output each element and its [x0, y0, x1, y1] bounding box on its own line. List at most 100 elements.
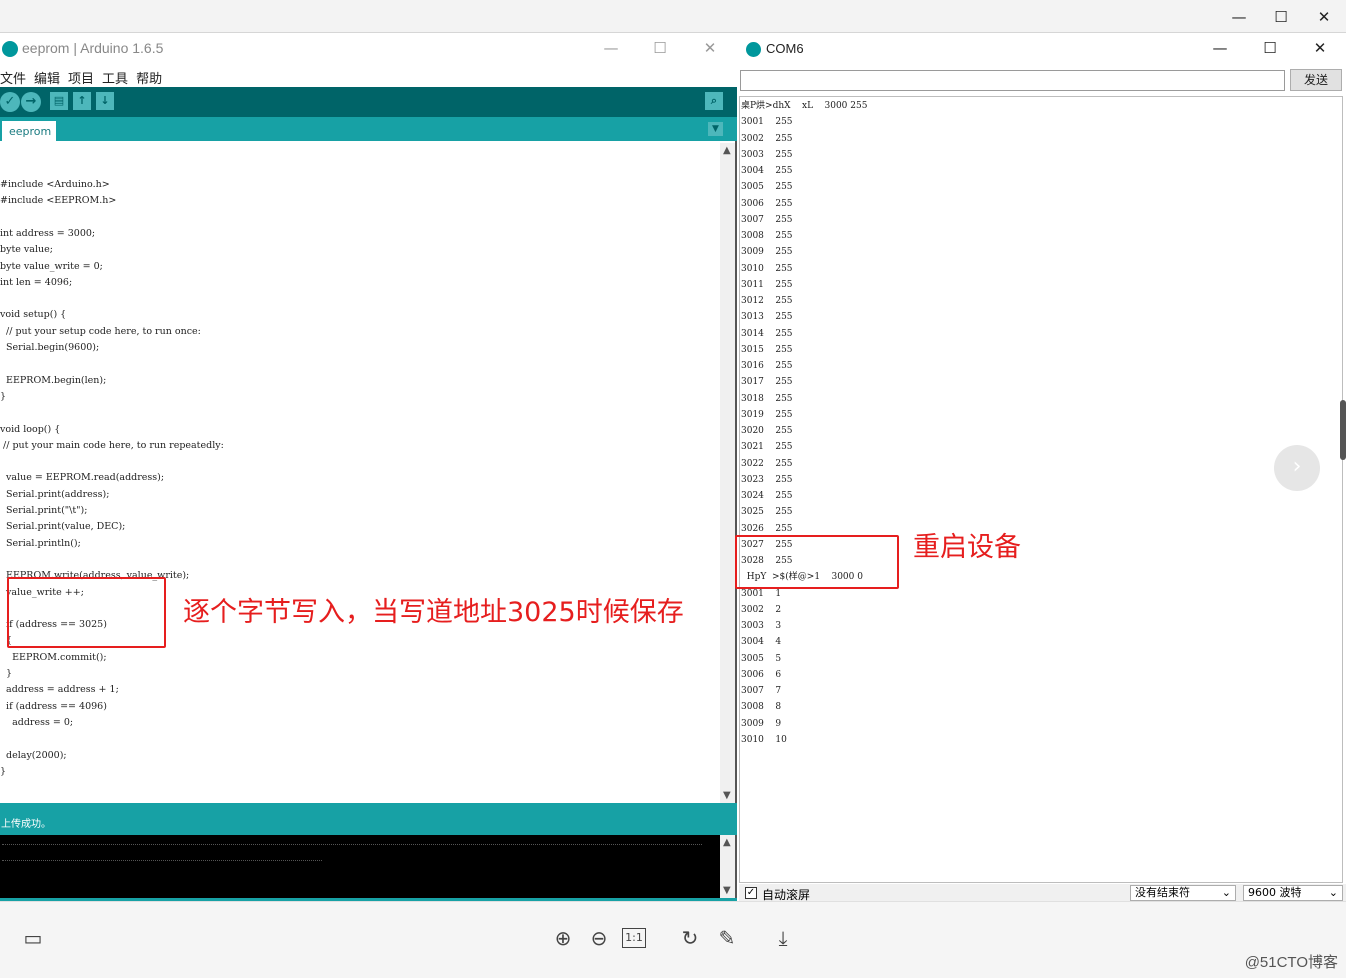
- arduino-logo-icon: [2, 41, 18, 57]
- menu-help[interactable]: 帮助: [136, 68, 162, 87]
- serial-send-input[interactable]: [740, 70, 1285, 91]
- scroll-down-icon[interactable]: ▼: [723, 790, 731, 801]
- autoscroll-checkbox[interactable]: ✓: [745, 887, 757, 899]
- actual-size-icon[interactable]: 1:1: [622, 928, 646, 948]
- zoom-in-icon[interactable]: ⊕: [550, 925, 576, 951]
- code-line: byte value;: [0, 244, 53, 256]
- arduino-maximize-button[interactable]: ☐: [649, 37, 671, 59]
- download-icon[interactable]: ⤓: [770, 925, 796, 951]
- code-line: void loop() {: [0, 423, 61, 435]
- annotation-right: 重启设备: [913, 532, 1021, 563]
- serial-output-line: 3005 5: [741, 653, 782, 664]
- tab-eeprom[interactable]: eeprom: [2, 121, 56, 141]
- arduino-titlebar: eeprom | Arduino 1.6.5 — ☐ ✕: [0, 33, 737, 65]
- serial-output-line: 3020 255: [741, 426, 793, 436]
- code-line: void setup() {: [0, 309, 67, 321]
- viewer-toolbar: ▭ ⊕ ⊖ 1:1 ↻ ✎ ⤓ @51CTO博客: [0, 901, 1346, 978]
- serial-output-line: 3011 255: [741, 279, 793, 290]
- new-sketch-icon[interactable]: ▤: [50, 92, 68, 110]
- serial-monitor-bottom-bar: ✓ 自动滚屏 没有结束符 ⌄ 9600 波特 ⌄: [739, 884, 1346, 902]
- thumbnail-icon[interactable]: ▭: [20, 925, 46, 951]
- menu-edit[interactable]: 编辑: [34, 68, 60, 87]
- outer-minimize-button[interactable]: —: [1228, 6, 1250, 28]
- serial-output-line: 3025 255: [741, 507, 793, 518]
- save-sketch-icon[interactable]: ↓: [96, 92, 114, 110]
- code-line: Serial.println();: [0, 537, 81, 549]
- serial-output-line: 3003 255: [741, 149, 793, 160]
- scroll-handle[interactable]: [1340, 400, 1346, 460]
- serial-monitor-icon[interactable]: ⌕: [705, 92, 723, 110]
- code-line: Serial.print(value, DEC);: [0, 521, 126, 533]
- code-line: if (address == 4096): [0, 700, 107, 712]
- arduino-ide-window: eeprom | Arduino 1.6.5 — ☐ ✕ 文件 编辑 项目 工具 帮助 …: [0, 33, 737, 901]
- com-close-button[interactable]: ✕: [1309, 37, 1331, 59]
- serial-output-line: 3023 255: [741, 474, 793, 485]
- verify-icon[interactable]: ✓: [0, 92, 20, 112]
- edit-icon[interactable]: ✎: [714, 925, 740, 951]
- serial-output-line: 3012 255: [741, 296, 793, 306]
- rotate-icon[interactable]: ↻: [677, 925, 703, 951]
- arduino-menubar: 文件 编辑 项目 工具 帮助: [0, 65, 737, 87]
- arduino-minimize-button[interactable]: —: [600, 37, 622, 59]
- serial-monitor-titlebar: COM6 — ☐ ✕: [739, 33, 1346, 65]
- code-line: EEPROM.commit();: [0, 651, 107, 663]
- serial-output-line: 3010 10: [741, 734, 787, 745]
- outer-window-titlebar: — ☐ ✕: [0, 0, 1346, 33]
- console-scrollbar[interactable]: ▲ ▼: [720, 835, 735, 898]
- serial-output-line: 桌P烘>dhX xL 3000 255: [741, 101, 868, 111]
- serial-output-line: 3019 255: [741, 409, 793, 420]
- serial-output-line: 3017 255: [741, 377, 793, 388]
- com-minimize-button[interactable]: —: [1209, 37, 1231, 59]
- console-scroll-up-icon[interactable]: ▲: [723, 837, 731, 848]
- code-line: // put your main code here, to run repea…: [0, 439, 224, 451]
- arduino-close-button[interactable]: ✕: [699, 37, 721, 59]
- serial-output-line: 3009 255: [741, 247, 793, 258]
- code-line: Serial.begin(9600);: [0, 342, 100, 353]
- tab-menu-chevron-icon[interactable]: ▼: [708, 122, 723, 136]
- next-image-button[interactable]: ›: [1274, 445, 1320, 491]
- line-ending-value: 没有结束符: [1135, 886, 1190, 899]
- menu-sketch[interactable]: 项目: [68, 68, 94, 87]
- serial-output-line: 3015 255: [741, 344, 793, 355]
- status-bar: 上传成功。: [0, 803, 737, 835]
- annotation-left: 逐个字节写入，当写道地址3025时候保存: [183, 597, 684, 628]
- open-sketch-icon[interactable]: ↑: [73, 92, 91, 110]
- code-line: int len = 4096;: [0, 276, 73, 288]
- code-line: #include <EEPROM.h>: [0, 195, 117, 207]
- arduino-window-title: eeprom | Arduino 1.6.5: [22, 40, 164, 56]
- serial-output-line: 3013 255: [741, 312, 793, 323]
- editor-scrollbar[interactable]: ▲ ▼: [720, 143, 735, 803]
- menu-tools[interactable]: 工具: [102, 68, 128, 87]
- watermark: @51CTO博客: [1244, 954, 1338, 971]
- annotation-box-commit: [7, 577, 166, 648]
- serial-output-line: 3022 255: [741, 458, 793, 469]
- serial-output-line: 3005 255: [741, 182, 793, 193]
- serial-output-line: 3014 255: [741, 328, 793, 339]
- code-editor[interactable]: #include <Arduino.h> #include <EEPROM.h> i…: [0, 143, 720, 803]
- code-line: // put your setup code here, to run once…: [0, 325, 201, 337]
- scroll-up-icon[interactable]: ▲: [723, 145, 731, 156]
- upload-icon[interactable]: →: [21, 92, 41, 112]
- serial-output-line: 3024 255: [741, 491, 793, 501]
- serial-output-line: 3007 255: [741, 214, 793, 225]
- menu-file[interactable]: 文件: [0, 68, 26, 87]
- baud-rate-select[interactable]: 9600 波特 ⌄: [1243, 885, 1343, 901]
- code-line: }: [0, 390, 7, 402]
- code-line: }: [0, 668, 13, 679]
- status-message: 上传成功。: [1, 819, 51, 830]
- zoom-out-icon[interactable]: ⊖: [586, 925, 612, 951]
- outer-maximize-button[interactable]: ☐: [1270, 6, 1292, 28]
- console-scroll-down-icon[interactable]: ▼: [723, 885, 731, 896]
- arduino-tabbar: eeprom ▼: [0, 117, 737, 141]
- serial-output-line: 3004 4: [741, 637, 782, 648]
- outer-close-button[interactable]: ✕: [1313, 6, 1335, 28]
- line-ending-select[interactable]: 没有结束符 ⌄: [1130, 885, 1236, 901]
- console-output: [0, 835, 720, 898]
- serial-output: 桌P烘>dhX xL 3000 255 3001 255 3002 255 3003 …: [739, 96, 1343, 883]
- com-maximize-button[interactable]: ☐: [1259, 37, 1281, 59]
- serial-output-line: 3009 9: [741, 718, 782, 729]
- send-button[interactable]: 发送: [1290, 69, 1342, 91]
- code-line: value = EEPROM.read(address);: [0, 472, 165, 484]
- arduino-toolbar: ✓ → ▤ ↑ ↓ ⌕: [0, 87, 737, 117]
- serial-output-line: 3006 6: [741, 669, 782, 680]
